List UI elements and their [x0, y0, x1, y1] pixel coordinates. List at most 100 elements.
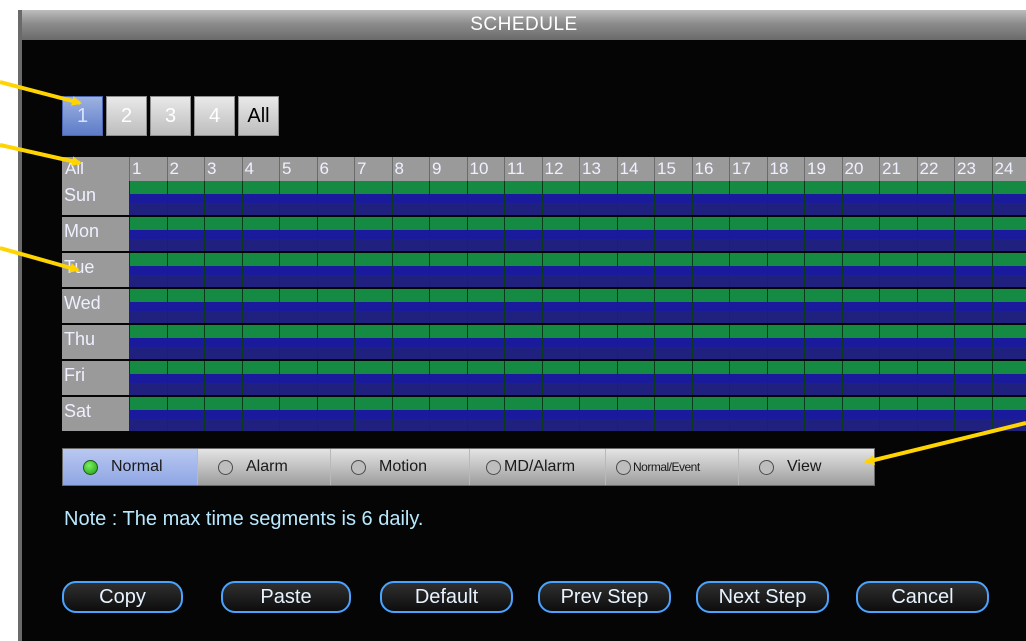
hour-gridline [954, 181, 955, 215]
hour-header-cell[interactable]: 16 [691, 157, 730, 181]
hour-gridline [691, 361, 693, 395]
window-title: SCHEDULE [22, 10, 1026, 40]
hour-header-cell[interactable]: 17 [729, 157, 767, 181]
hour-header-cell[interactable]: 15 [654, 157, 692, 181]
hour-header-cell[interactable]: 19 [804, 157, 842, 181]
hour-header-cell[interactable]: 23 [954, 157, 992, 181]
channel-tab-1[interactable]: 1 [62, 96, 103, 136]
mode-motion[interactable]: Motion [331, 449, 470, 485]
hour-gridline [766, 325, 768, 359]
hour-gridline [729, 217, 730, 251]
hour-gridline [354, 217, 355, 251]
channel-tab-2[interactable]: 2 [106, 96, 147, 136]
hour-gridline [129, 289, 130, 323]
hour-header-cell[interactable]: 22 [916, 157, 955, 181]
mode-md-alarm[interactable]: MD/Alarm [470, 449, 606, 485]
copy-button[interactable]: Copy [62, 581, 183, 613]
select-all-header[interactable]: All [62, 157, 129, 181]
hour-header-cell[interactable]: 20 [841, 157, 880, 181]
day-label[interactable]: Wed [62, 289, 129, 323]
mode-normal[interactable]: Normal [63, 449, 198, 485]
hour-header-cell[interactable]: 8 [391, 157, 430, 181]
channel-tabs: 1 2 3 4 All [62, 96, 279, 136]
hour-gridline [279, 397, 280, 431]
hour-header-cell[interactable]: 6 [316, 157, 355, 181]
hour-gridline [204, 217, 205, 251]
cancel-button[interactable]: Cancel [856, 581, 989, 613]
hour-header-cell[interactable]: 11 [504, 157, 542, 181]
day-timeline-bar[interactable] [129, 325, 1026, 359]
hour-header-cell[interactable]: 7 [354, 157, 392, 181]
prev-step-button[interactable]: Prev Step [538, 581, 671, 613]
hour-gridline [204, 397, 205, 431]
hour-gridline [879, 289, 880, 323]
hour-gridline [729, 181, 730, 215]
hour-header-cell[interactable]: 10 [466, 157, 505, 181]
hour-gridline [166, 361, 168, 395]
day-label[interactable]: Mon [62, 217, 129, 251]
channel-tab-4[interactable]: 4 [194, 96, 235, 136]
day-timeline-bar[interactable] [129, 181, 1026, 215]
day-timeline-bar[interactable] [129, 397, 1026, 431]
hour-header-cell[interactable]: 2 [166, 157, 205, 181]
hour-gridline [391, 253, 393, 287]
next-step-button[interactable]: Next Step [696, 581, 829, 613]
paste-button[interactable]: Paste [221, 581, 351, 613]
hour-gridline [766, 397, 768, 431]
hour-header-cell[interactable]: 12 [541, 157, 580, 181]
hour-header-cell[interactable]: 3 [204, 157, 242, 181]
mode-label: MD/Alarm [504, 458, 576, 475]
hour-gridline [541, 325, 543, 359]
day-label[interactable]: Tue [62, 253, 129, 287]
mode-normal-event[interactable]: Normal/Event [606, 449, 739, 485]
day-timeline-bar[interactable] [129, 289, 1026, 323]
hour-gridline [129, 181, 130, 215]
hour-gridline [204, 361, 205, 395]
hour-gridline [541, 217, 543, 251]
mode-alarm[interactable]: Alarm [198, 449, 331, 485]
hour-header-cell[interactable]: 24 [991, 157, 1026, 181]
hour-header-cell[interactable]: 13 [579, 157, 617, 181]
channel-tab-3[interactable]: 3 [150, 96, 191, 136]
day-label[interactable]: Sun [62, 181, 129, 215]
hour-gridline [541, 253, 543, 287]
day-timeline-bar[interactable] [129, 361, 1026, 395]
hour-header-cell[interactable]: 18 [766, 157, 805, 181]
mode-view[interactable]: View [739, 449, 874, 485]
hour-gridline [879, 361, 880, 395]
hour-gridline [166, 217, 168, 251]
hour-header-cell[interactable]: 14 [616, 157, 655, 181]
hour-gridline [279, 181, 280, 215]
hour-header: All 1 2 3 4 5 6 7 8 9 10 11 12 13 14 15 16 17 18 19 20 21 22 2… [62, 157, 1026, 181]
day-label[interactable]: Sat [62, 397, 129, 431]
hour-gridline [129, 217, 130, 251]
hour-gridline [841, 397, 843, 431]
channel-tab-all[interactable]: All [238, 96, 279, 136]
hour-gridline [841, 217, 843, 251]
default-button[interactable]: Default [380, 581, 513, 613]
hour-gridline [766, 289, 768, 323]
hour-header-cell[interactable]: 5 [279, 157, 317, 181]
hour-gridline [354, 181, 355, 215]
hour-gridline [916, 289, 918, 323]
hour-gridline [241, 397, 243, 431]
hour-header-cell[interactable]: 9 [429, 157, 467, 181]
hour-header-cell[interactable]: 21 [879, 157, 917, 181]
day-timeline-bar[interactable] [129, 253, 1026, 287]
hour-gridline [429, 325, 430, 359]
hour-gridline [766, 253, 768, 287]
hour-gridline [316, 181, 318, 215]
day-label[interactable]: Thu [62, 325, 129, 359]
hour-header-cell[interactable]: 4 [241, 157, 280, 181]
day-label[interactable]: Fri [62, 361, 129, 395]
day-timeline-bar[interactable] [129, 217, 1026, 251]
hour-gridline [429, 289, 430, 323]
day-row: Mon [62, 217, 1026, 251]
hour-gridline [916, 217, 918, 251]
radio-unselected-icon [759, 459, 774, 475]
hour-gridline [354, 397, 355, 431]
hour-gridline [241, 289, 243, 323]
hour-gridline [841, 289, 843, 323]
hour-gridline [316, 217, 318, 251]
hour-header-cell[interactable]: 1 [129, 157, 167, 181]
